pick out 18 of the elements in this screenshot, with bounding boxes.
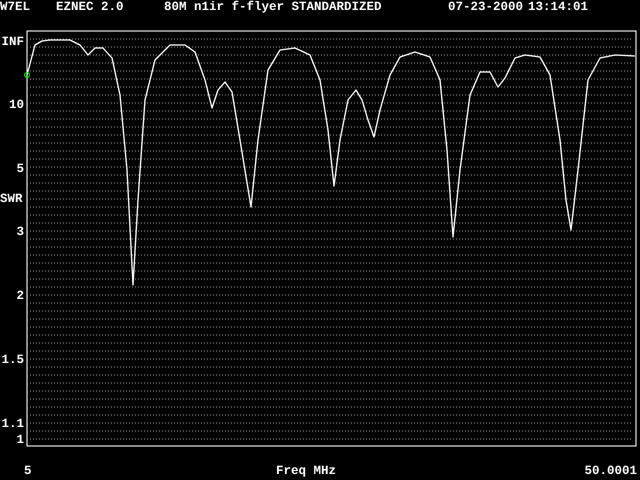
x-axis-title: Freq MHz — [276, 464, 336, 478]
y-tick-label: 1.5 — [1, 353, 24, 367]
y-tick-label: 1 — [16, 433, 24, 447]
cursor-icon — [24, 72, 30, 78]
program-name: EZNEC 2.0 — [56, 0, 124, 14]
plot-description: 80M n1ir f-flyer STANDARDIZED — [164, 0, 382, 14]
x-tick-label: 5 — [24, 464, 32, 478]
x-tick-label: 50.0001 — [584, 464, 637, 478]
y-tick-label: 2 — [16, 289, 24, 303]
callsign-label: W7EL — [0, 0, 30, 14]
y-tick-label: 1.1 — [1, 417, 24, 431]
y-tick-label: 5 — [16, 162, 24, 176]
y-tick-label: INF — [1, 35, 24, 49]
y-tick-label: 10 — [8, 98, 24, 112]
y-tick-label: 3 — [16, 225, 24, 239]
plot-date: 07-23-2000 — [448, 0, 524, 14]
plot-time: 13:14:01 — [528, 0, 588, 14]
y-axis-title: SWR — [0, 192, 23, 206]
